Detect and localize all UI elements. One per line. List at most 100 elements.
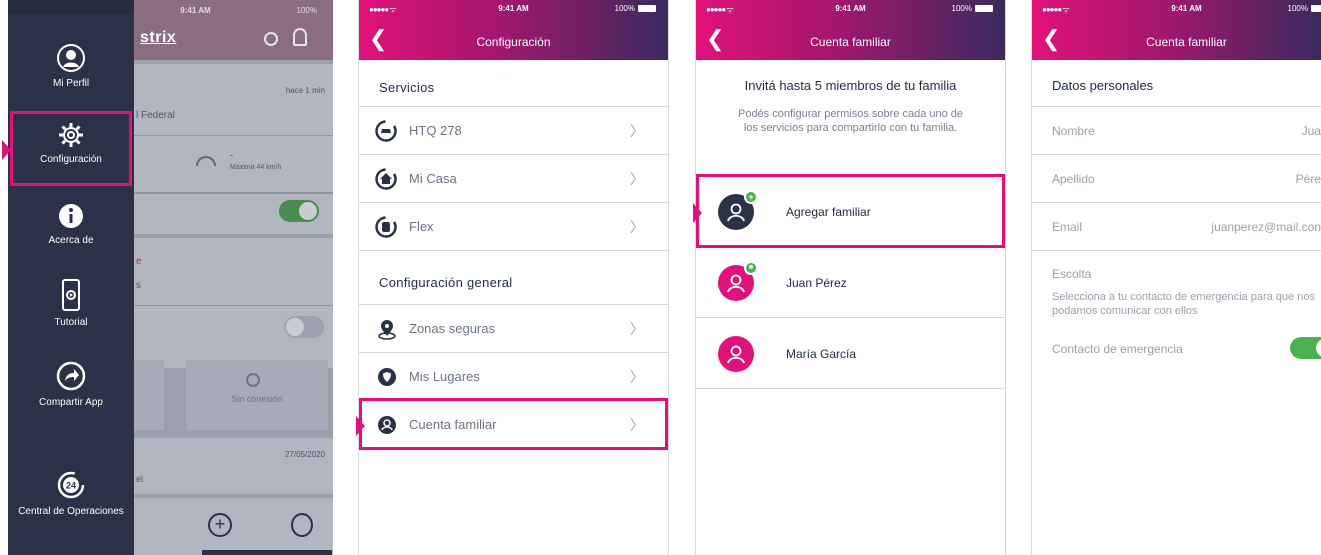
- gear-icon: [59, 123, 83, 147]
- service-label: Flex: [409, 219, 434, 234]
- no-connection-icon: [246, 373, 260, 387]
- pointer-arrow-familia: [693, 203, 702, 223]
- member-avatar: ■: [718, 261, 758, 301]
- chevron-right-icon: 〉: [630, 368, 644, 385]
- header: ●●●●● ᯤ 9:41 AM 100% ❮ Cuenta familiar: [696, 0, 1005, 60]
- no-connection-label: Sin conexión: [231, 394, 283, 404]
- general-label: Cuenta familiar: [409, 417, 497, 432]
- field-label: Nombre: [1052, 123, 1095, 138]
- field-label: Apellido: [1052, 171, 1095, 186]
- service-row[interactable]: Mi Casa 〉: [359, 155, 668, 203]
- shield-circle-icon[interactable]: [291, 513, 313, 537]
- car-icon: [375, 119, 397, 142]
- speed-dash: -: [230, 150, 233, 160]
- general-label: Zonas seguras: [409, 321, 495, 336]
- backpack-icon: [375, 215, 397, 238]
- status-battery: 100%: [296, 6, 317, 15]
- family-user-icon: [378, 415, 396, 434]
- screen-menu: 9:41 AM 100% strix hace 1 min l Federal …: [8, 0, 333, 555]
- pointer-arrow-menu: [2, 140, 11, 160]
- bg-pink-text: e: [136, 256, 142, 267]
- add-family-row[interactable]: + Agregar familiar: [696, 177, 1005, 247]
- field-row-nombre[interactable]: Nombre Jua: [1032, 107, 1321, 155]
- invite-title: Invitá hasta 5 miembros de tu familia: [744, 78, 957, 93]
- section-servicios: Servicios: [379, 80, 435, 95]
- battery-icon: [975, 5, 993, 12]
- time-ago: hace 1 min: [285, 86, 325, 95]
- info-icon: [59, 204, 83, 228]
- lock-badge-icon: ■: [744, 261, 758, 275]
- battery-icon: [638, 5, 656, 12]
- battery-label: 100%: [951, 4, 972, 13]
- share-icon: [56, 361, 86, 391]
- battery-indicator: 100%: [952, 4, 993, 13]
- add-family-label: Agregar familiar: [786, 204, 871, 219]
- menu-label-compartir: Compartir App: [39, 397, 103, 408]
- member-row[interactable]: ■ Juan Pérez: [696, 248, 1005, 318]
- emergency-contact-toggle[interactable]: [1290, 337, 1321, 359]
- battery-indicator: 100%: [1288, 4, 1321, 13]
- section-configuracion-general: Configuración general: [379, 275, 513, 290]
- user-outline-icon: [727, 274, 745, 293]
- status-bar: ●●●●● ᯤ 9:41 AM 100%: [696, 4, 1005, 18]
- svg-text:24: 24: [66, 481, 76, 491]
- user-outline-icon: [727, 203, 745, 222]
- add-circle-icon[interactable]: +: [208, 513, 232, 537]
- bg-toggle-off[interactable]: [284, 316, 324, 338]
- pointer-arrow-config: [356, 416, 365, 436]
- speed-check-icon[interactable]: [264, 32, 278, 46]
- status-bar: ●●●●● ᯤ 9:41 AM 100%: [359, 4, 668, 18]
- general-row[interactable]: Mis Lugares 〉: [359, 353, 668, 401]
- dimmed-content: hace 1 min l Federal - Máxima 44 km/h e …: [134, 60, 333, 555]
- menu-item-compartir[interactable]: Compartir App: [8, 361, 134, 408]
- menu-label-acerca: Acerca de: [48, 235, 94, 246]
- service-row[interactable]: Flex 〉: [359, 203, 668, 251]
- service-label: Mi Casa: [409, 171, 457, 186]
- menu-item-acerca[interactable]: Acerca de: [8, 203, 134, 246]
- emergency-contact-label: Contacto de emergencia: [1052, 342, 1183, 356]
- menu-label-configuracion: Configuración: [40, 154, 102, 165]
- service-row[interactable]: HTQ 278 〉: [359, 107, 668, 155]
- escolta-title: Escolta: [1052, 267, 1092, 281]
- member-name: Juan Pérez: [786, 275, 847, 290]
- bg-date: 27/05/2020: [284, 450, 325, 459]
- field-row-apellido[interactable]: Apellido Pére: [1032, 155, 1321, 203]
- field-row-email[interactable]: Email juanperez@mail.con: [1032, 203, 1321, 251]
- header: ●●●●● ᯤ 9:41 AM 100% ❮ Configuración: [359, 0, 668, 60]
- battery-icon: [1311, 5, 1321, 12]
- add-badge-icon: +: [744, 190, 758, 204]
- member-avatar: [718, 336, 754, 372]
- brand-logo: strix: [140, 29, 177, 46]
- member-row[interactable]: María García: [696, 319, 1005, 389]
- bg-name-fragment: el: [136, 474, 144, 484]
- menu-item-tutorial[interactable]: Tutorial: [8, 279, 134, 328]
- phone-play-icon: [62, 279, 80, 311]
- shield-icon: [378, 367, 396, 386]
- page-title: Cuenta familiar: [1146, 35, 1227, 49]
- bell-icon[interactable]: [293, 28, 307, 46]
- page-title: Cuenta familiar: [810, 35, 891, 49]
- general-label: Mis Lugares: [409, 369, 480, 384]
- menu-item-perfil[interactable]: Mi Perfil: [8, 44, 134, 89]
- menu-item-central[interactable]: 24 Central de Operaciones: [8, 470, 134, 518]
- escolta-description: Selecciona a tu contacto de emergencia p…: [1052, 291, 1315, 317]
- user-outline-icon: [727, 345, 745, 364]
- field-value: Jua: [1301, 123, 1321, 138]
- general-row[interactable]: Cuenta familiar 〉: [359, 401, 668, 449]
- chevron-right-icon: 〉: [630, 218, 644, 235]
- general-row[interactable]: Zonas seguras 〉: [359, 305, 668, 353]
- header: ●●●●● ᯤ 9:41 AM 100% ❮ Cuenta familiar: [1032, 0, 1321, 60]
- section-datos-personales: Datos personales: [1052, 78, 1154, 93]
- side-menu: Mi Perfil Configuración Acerca de Tutori…: [8, 0, 134, 555]
- add-family-avatar: +: [718, 190, 758, 230]
- chevron-right-icon: 〉: [630, 122, 644, 139]
- battery-indicator: 100%: [615, 4, 656, 13]
- chevron-right-icon: 〉: [630, 170, 644, 187]
- home-icon: [375, 167, 397, 190]
- user-icon: [57, 44, 85, 72]
- bg-toggle-on[interactable]: [279, 200, 319, 222]
- screen-cuenta-familiar: ●●●●● ᯤ 9:41 AM 100% ❮ Cuenta familiar I…: [695, 0, 1006, 555]
- location-text: l Federal: [136, 110, 175, 121]
- menu-item-configuracion[interactable]: Configuración: [8, 122, 134, 165]
- status-bar: ●●●●● ᯤ 9:41 AM 100%: [1032, 4, 1321, 18]
